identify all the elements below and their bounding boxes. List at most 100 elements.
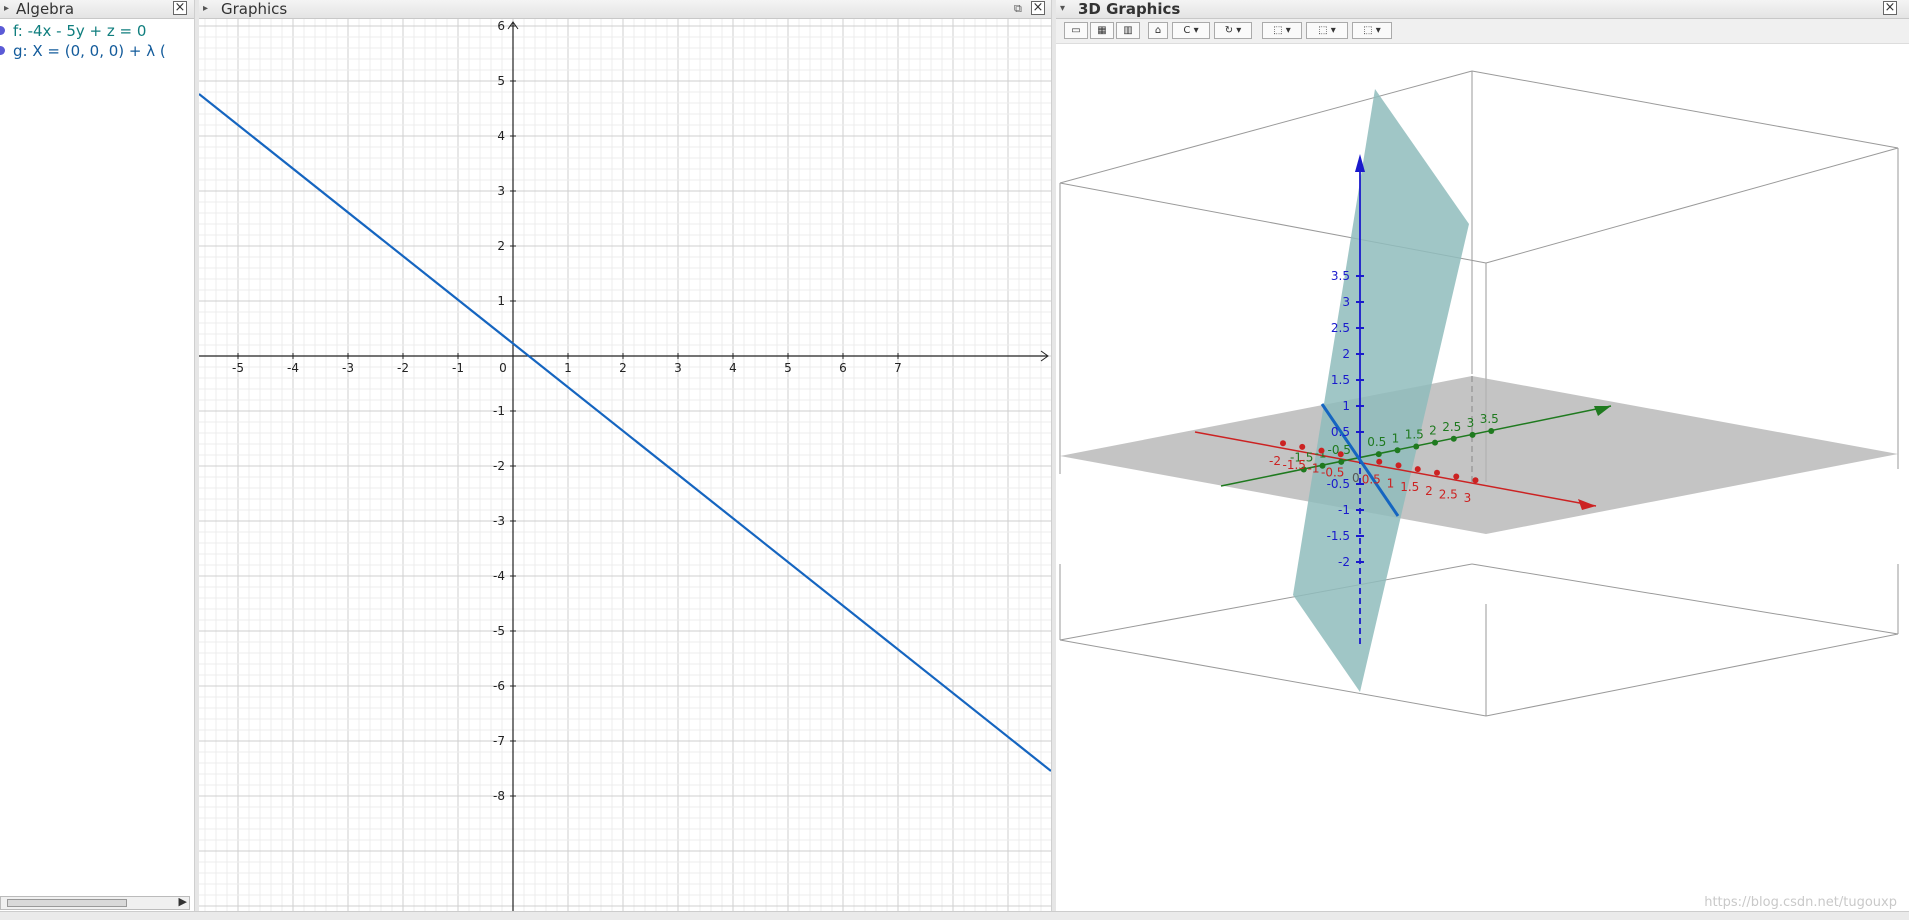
scroll-right-arrow-icon[interactable]: ▶ — [179, 895, 187, 908]
algebra-title-bar[interactable]: ▸ Algebra × — [0, 0, 194, 19]
graphics3d-canvas[interactable]: 3.532.521.510.5-0.5-1-1.5-2-1.5 -1 -0.50.5… — [1056, 44, 1909, 904]
z-tick-label: 1 — [1342, 399, 1350, 413]
projection-dropdown[interactable]: ⬚ ▾ — [1352, 22, 1392, 39]
y-tick-dot — [1375, 451, 1382, 458]
x-tick-label: -3 — [342, 361, 354, 375]
x-tick-label: 1.5 — [1400, 480, 1419, 494]
y-tick-dot — [1413, 443, 1420, 450]
x-tick-dot — [1453, 473, 1460, 480]
algebra-item-f[interactable]: f: -4x - 5y + z = 0 — [0, 22, 146, 40]
x-tick-dot — [1472, 477, 1479, 484]
y-tick-label: -2 — [493, 459, 505, 473]
x-tick-label: -5 — [232, 361, 244, 375]
y-tick-label: 3 — [497, 184, 505, 198]
grid — [199, 19, 1051, 919]
x-tick-dot — [1376, 458, 1383, 465]
y-tick-dot — [1338, 458, 1345, 465]
x-tick-label: 1 — [1387, 476, 1395, 490]
y-tick-label: 2.5 — [1442, 420, 1461, 434]
axes-box-dropdown[interactable]: ⬚ ▾ — [1306, 22, 1348, 39]
graphics3d-panel: ▾ 3D Graphics × ▭ ▦ ▥ ⌂ C ▾ ↻ ▾ ⬚ ▾ ⬚ ▾ … — [1056, 0, 1909, 920]
close-icon[interactable]: × — [1883, 1, 1897, 15]
view-direction-dropdown[interactable]: ⬚ ▾ — [1262, 22, 1302, 39]
y-tick-label: -6 — [493, 679, 505, 693]
graphics3d-title-bar[interactable]: ▾ 3D Graphics × — [1056, 0, 1909, 19]
x-tick-dot — [1280, 440, 1286, 447]
x-tick-label: 5 — [784, 361, 792, 375]
close-icon[interactable]: × — [1031, 1, 1045, 15]
x-tick-dot — [1299, 443, 1306, 450]
x-tick-dot — [1318, 447, 1325, 454]
z-tick-label: 0.5 — [1331, 425, 1350, 439]
x-tick-label: -4 — [287, 361, 299, 375]
x-tick-label: -2 — [1269, 454, 1281, 468]
y-tick-label: -7 — [493, 734, 505, 748]
x-tick-label: 0 — [499, 361, 507, 375]
status-bar — [0, 911, 1909, 920]
graphics-canvas[interactable]: -7-6-5-4-3-2-1012345677654321-1-2-3-4-5-… — [199, 19, 1051, 919]
graphics3d-style-bar: ▭ ▦ ▥ ⌂ C ▾ ↻ ▾ ⬚ ▾ ⬚ ▾ ⬚ ▾ — [1056, 19, 1909, 44]
z-tick-label: -1.5 — [1327, 529, 1350, 543]
y-tick-label: -5 — [493, 624, 505, 638]
y-tick-dot — [1488, 428, 1495, 435]
y-tick-label: -8 — [493, 789, 505, 803]
algebra-panel: ▸ Algebra × f: -4x - 5y + z = 0 g: X = (… — [0, 0, 194, 920]
y-tick-label: 3 — [1467, 416, 1475, 430]
x-tick-dot — [1337, 451, 1344, 458]
visibility-dot-icon[interactable] — [0, 46, 5, 55]
z-tick-label: 2 — [1342, 347, 1350, 361]
y-tick-label: 6 — [497, 19, 505, 33]
graphics-title-bar[interactable]: ▸ Graphics ⧉ × — [199, 0, 1051, 19]
show-plane-button[interactable]: ▥ — [1116, 22, 1140, 39]
x-tick-label: 2.5 — [1439, 488, 1458, 502]
x-tick-dot — [1414, 466, 1421, 473]
x-tick-label: 7 — [894, 361, 902, 375]
z-tick-label: -1 — [1338, 503, 1350, 517]
rotate-dropdown[interactable]: ↻ ▾ — [1214, 22, 1252, 39]
collapse-triangle-icon[interactable]: ▾ — [1060, 0, 1065, 18]
close-icon[interactable]: × — [173, 1, 187, 15]
y-tick-label: 1 — [497, 294, 505, 308]
show-axes-button[interactable]: ▭ — [1064, 22, 1088, 39]
z-tick-label: 1.5 — [1331, 373, 1350, 387]
x-tick-label: -1.5 — [1283, 458, 1306, 472]
x-tick-label: 2 — [619, 361, 627, 375]
scrollbar-thumb[interactable] — [7, 899, 127, 907]
z-tick-label: 3.5 — [1331, 269, 1350, 283]
visibility-dot-icon[interactable] — [0, 26, 5, 35]
algebra-item-g[interactable]: g: X = (0, 0, 0) + λ ( — [0, 42, 166, 60]
x-tick-dot — [1434, 469, 1440, 476]
y-tick-dot — [1432, 439, 1438, 446]
x-tick-label: -0.5 — [1321, 465, 1344, 479]
x-tick-dot — [1395, 462, 1402, 469]
x-tick-label: -1 — [1308, 462, 1320, 476]
collapse-triangle-icon[interactable]: ▸ — [203, 0, 208, 18]
x-tick-label: 3 — [1464, 491, 1472, 505]
graphics-panel: ▸ Graphics ⧉ × -7-6-5-4-3-2-101234567765… — [199, 0, 1051, 920]
home-icon[interactable]: ⌂ — [1148, 22, 1168, 39]
x-tick-label: -1 — [452, 361, 464, 375]
x-tick-label: 3 — [674, 361, 682, 375]
y-tick-label: 1.5 — [1405, 427, 1424, 441]
y-tick-dot — [1469, 431, 1476, 438]
origin-label: 0 — [1352, 471, 1360, 485]
y-tick-label: 1 — [1392, 431, 1400, 445]
y-tick-dot — [1450, 435, 1457, 442]
collapse-triangle-icon[interactable]: ▸ — [4, 0, 9, 18]
y-tick-label: -3 — [493, 514, 505, 528]
undock-icon[interactable]: ⧉ — [1014, 0, 1022, 18]
y-tick-label: 0.5 — [1367, 435, 1386, 449]
xoy-plane — [1060, 376, 1898, 534]
watermark: https://blog.csdn.net/tugouxp — [1704, 895, 1897, 910]
x-tick-label: 4 — [729, 361, 737, 375]
show-grid-button[interactable]: ▦ — [1090, 22, 1114, 39]
z-tick-label: -2 — [1338, 555, 1350, 569]
x-tick-label: 1 — [564, 361, 572, 375]
algebra-horizontal-scrollbar[interactable]: ▶ — [0, 895, 190, 910]
algebra-title: Algebra — [16, 0, 75, 18]
y-tick-label: 2 — [1429, 424, 1437, 438]
x-tick-label: 6 — [839, 361, 847, 375]
z-tick-label: 3 — [1342, 295, 1350, 309]
clipping-dropdown[interactable]: C ▾ — [1172, 22, 1210, 39]
y-tick-label: 4 — [497, 129, 505, 143]
